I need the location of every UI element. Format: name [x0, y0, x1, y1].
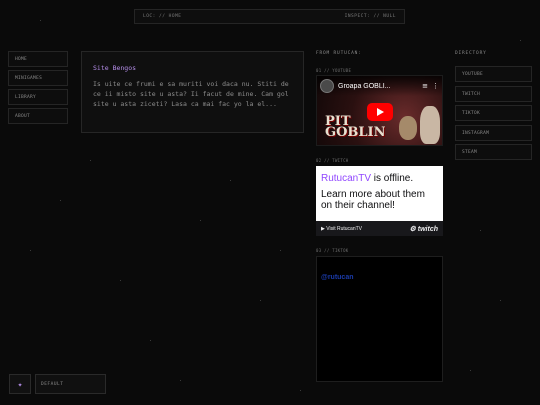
nav-library-label: LIBRARY: [15, 94, 37, 100]
nav-library-button[interactable]: LIBRARY: [8, 89, 68, 105]
directory-twitch-label: TWITCH: [462, 91, 481, 97]
twitch-embed[interactable]: RutucanTV is offline. Learn more about t…: [316, 166, 443, 236]
theme-default-label: DEFAULT: [41, 381, 64, 387]
thumbnail-face-right: [420, 106, 440, 144]
theme-default-button[interactable]: DEFAULT: [35, 374, 106, 394]
intro-card: Site Bengos Is uite ce frumi e sa muriti…: [81, 51, 304, 133]
nav-about-button[interactable]: ABOUT: [8, 108, 68, 124]
directory-steam-label: STEAM: [462, 149, 478, 155]
twitch-brand-text: twitch: [417, 225, 438, 233]
youtube-embed[interactable]: Groapa GOBLI... ≡ ⋮ PIT GOBLIN: [316, 75, 443, 146]
directory-tiktok-button[interactable]: TIKTOK: [455, 105, 532, 121]
tiktok-profile-link[interactable]: @rutucan: [321, 274, 354, 281]
directory-heading: DIRECTORY: [455, 51, 487, 56]
location-text: LOC: // HOME: [143, 14, 182, 19]
card-body: Is uite ce frumi e sa muriti voi daca nu…: [93, 80, 289, 108]
directory-instagram-button[interactable]: INSTAGRAM: [455, 125, 532, 141]
thumbnail-face-left: [399, 116, 417, 140]
nav-home-button[interactable]: HOME: [8, 51, 68, 67]
thumbnail-text-goblin: GOBLIN: [325, 125, 386, 140]
tiktok-embed-label: 03 // TIKTOK: [316, 248, 349, 253]
nav-home-label: HOME: [15, 56, 28, 62]
twitch-footer-bar[interactable]: ▶ Visit RutucanTV ⚙ twitch: [316, 221, 443, 236]
twitch-channel-name[interactable]: RutucanTV: [321, 173, 371, 184]
channel-avatar[interactable]: [320, 79, 334, 93]
twitch-more-text: Learn more about them on their channel!: [321, 189, 425, 211]
twitch-logo: ⚙ twitch: [409, 225, 438, 233]
feed-heading: FROM RUTUCAN:: [316, 51, 362, 56]
sparkle-icon[interactable]: ✦: [9, 374, 31, 394]
directory-steam-button[interactable]: STEAM: [455, 144, 532, 160]
nav-about-label: ABOUT: [15, 113, 31, 119]
directory-youtube-button[interactable]: YOUTUBE: [455, 66, 532, 82]
card-title: Site Bengos: [93, 64, 137, 72]
twitch-offline-line: RutucanTV is offline.: [321, 172, 438, 185]
directory-youtube-label: YOUTUBE: [462, 71, 484, 77]
twitch-embed-label: 02 // TWITCH: [316, 158, 349, 163]
twitch-visit-link[interactable]: ▶ Visit RutucanTV: [321, 226, 362, 232]
youtube-embed-header: Groapa GOBLI... ≡ ⋮: [317, 76, 442, 96]
inspect-text: INSPECT: // NULL: [344, 14, 396, 19]
youtube-embed-label: 01 // YOUTUBE: [316, 68, 352, 73]
tiktok-embed[interactable]: @rutucan: [316, 256, 443, 382]
play-button-icon[interactable]: [367, 103, 393, 121]
directory-instagram-label: INSTAGRAM: [462, 130, 490, 136]
nav-minigames-label: MINIGAMES: [15, 75, 43, 81]
directory-tiktok-label: TIKTOK: [462, 110, 481, 116]
youtube-video-title[interactable]: Groapa GOBLI...: [338, 83, 418, 90]
location-bar: LOC: // HOME INSPECT: // NULL: [134, 9, 405, 24]
more-options-icon[interactable]: ⋮: [432, 82, 439, 90]
twitch-offline-text: is offline.: [371, 173, 414, 184]
nav-minigames-button[interactable]: MINIGAMES: [8, 70, 68, 86]
directory-twitch-button[interactable]: TWITCH: [455, 86, 532, 102]
watch-later-icon[interactable]: ≡: [422, 82, 428, 90]
